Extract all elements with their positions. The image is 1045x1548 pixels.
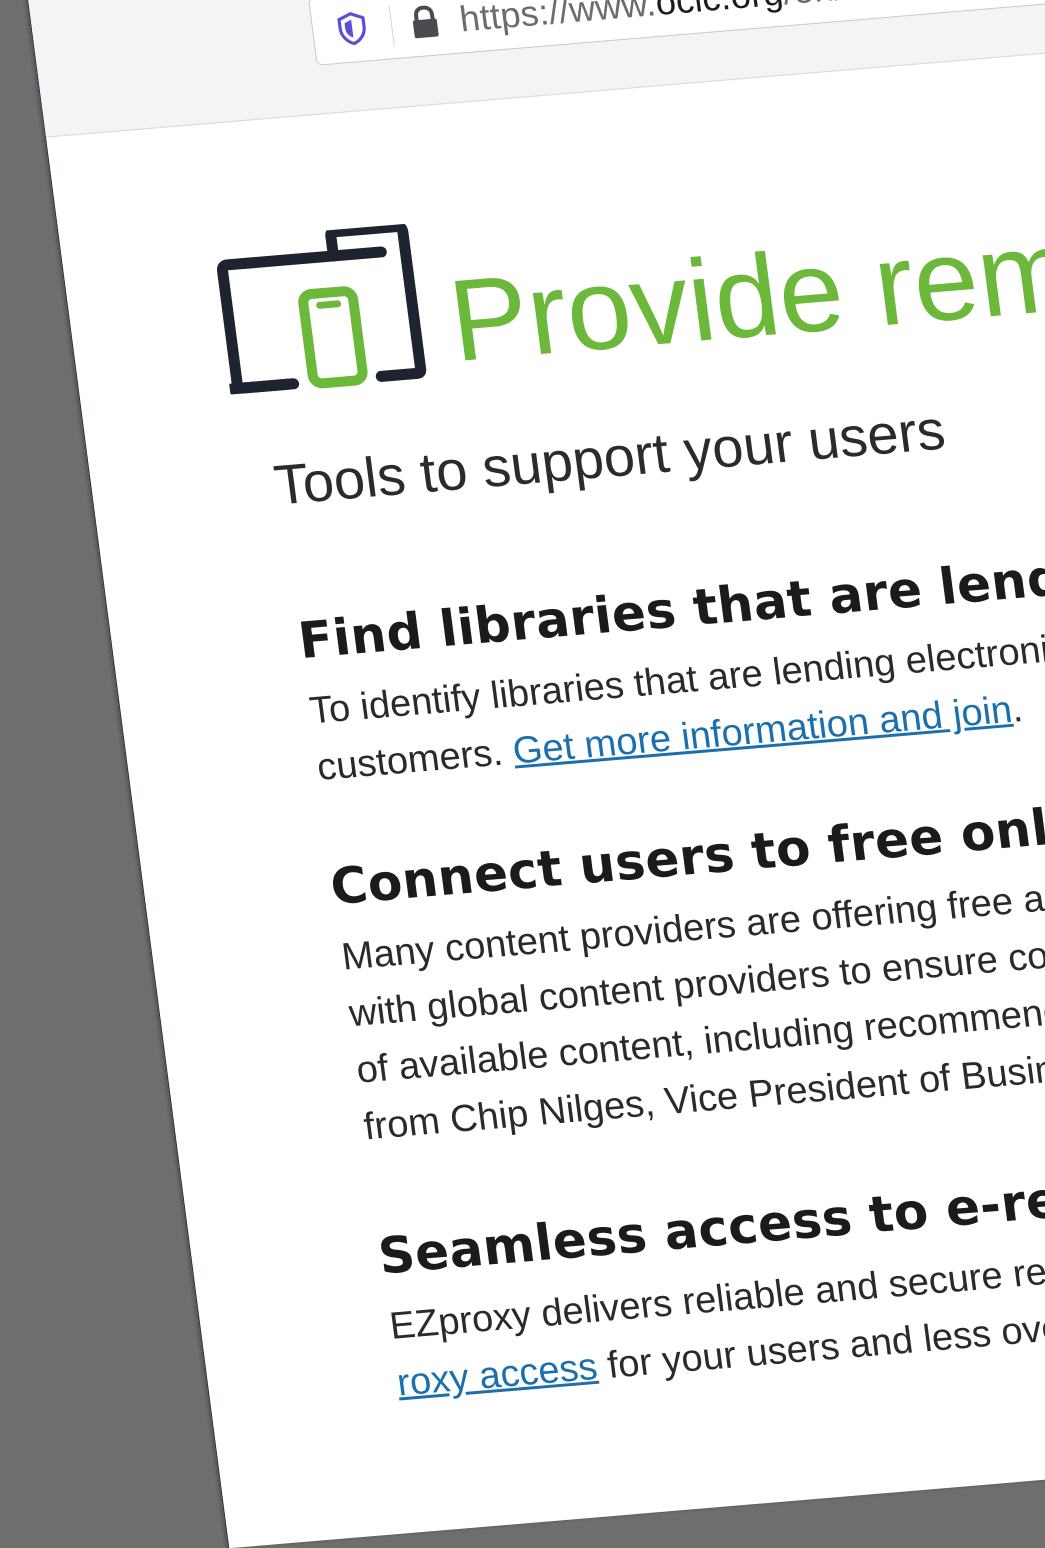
page-content: Provide rem Tools to support your users … — [206, 109, 1045, 1415]
url-prefix: https://www. — [457, 0, 659, 40]
section-line-prefix: customers. — [314, 730, 516, 789]
proxy-access-link[interactable]: roxy access — [395, 1346, 600, 1404]
lock-icon[interactable] — [406, 4, 444, 41]
page-title: Provide rem — [442, 204, 1045, 386]
address-bar-separator — [388, 5, 395, 46]
section-seamless-access: Seamless access to e-resourc EZproxy del… — [375, 1135, 1045, 1413]
url-path: /en/covid — [780, 0, 931, 12]
shield-icon[interactable] — [333, 10, 371, 47]
address-bar[interactable]: https://www.oclc.org/en/covid — [308, 0, 1045, 66]
section-find-libraries: Find libraries that are lending e- To id… — [295, 519, 1045, 797]
browser-window: https://www.oclc.org/en/covid Provide re… — [22, 0, 1045, 1548]
devices-icon — [211, 221, 459, 404]
hero: Provide rem — [206, 109, 1045, 404]
url-domain: oclc.org — [653, 0, 785, 23]
section-connect-users: Connect users to free online re Many con… — [327, 765, 1045, 1156]
browser-toolbar: https://www.oclc.org/en/covid — [22, 0, 1045, 138]
url-text[interactable]: https://www.oclc.org/en/covid — [457, 0, 931, 40]
